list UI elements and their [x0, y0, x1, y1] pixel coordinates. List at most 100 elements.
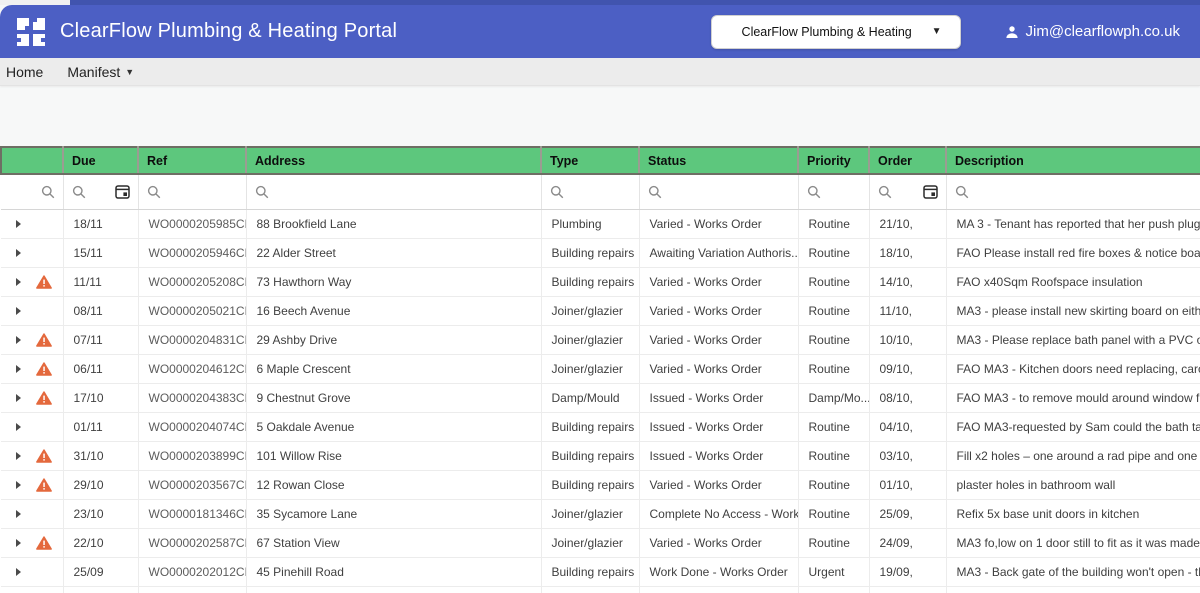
due-cell: 29/10: [63, 470, 139, 500]
search-icon[interactable]: [550, 185, 564, 199]
search-icon[interactable]: [41, 185, 55, 199]
column-header-status[interactable]: Status: [639, 146, 799, 175]
order-cell: 25/09,: [869, 499, 947, 529]
expand-row-icon[interactable]: [16, 248, 21, 257]
table-row[interactable]: 08/11 WO0000205021CH 16 Beech Avenue Joiner…: [1, 296, 1200, 326]
filter-status[interactable]: [639, 174, 799, 210]
table-row[interactable]: 15/11 WO0000205946CH 22 Alder Street Buildi…: [1, 238, 1200, 268]
warning-slot-empty: [36, 216, 52, 231]
status-cell: Varied - Works Order: [639, 209, 799, 239]
empty-cell: [1, 586, 64, 593]
expand-cell[interactable]: [1, 267, 64, 297]
search-icon[interactable]: [878, 185, 892, 199]
table-row[interactable]: 07/11 WO0000204831CH 29 Ashby Drive Joiner/…: [1, 325, 1200, 355]
calendar-icon[interactable]: [114, 184, 130, 199]
expand-cell[interactable]: [1, 412, 64, 442]
expand-cell[interactable]: [1, 325, 64, 355]
type-cell: Joiner/glazier: [541, 325, 640, 355]
column-header-address[interactable]: Address: [246, 146, 542, 175]
column-header-due[interactable]: Due: [63, 146, 139, 175]
app-window: ClearFlow Plumbing & Heating Portal Clea…: [0, 0, 1200, 593]
filter-expand[interactable]: [1, 174, 64, 210]
expand-row-icon[interactable]: [16, 364, 21, 373]
filter-type[interactable]: [541, 174, 640, 210]
search-icon[interactable]: [72, 185, 86, 199]
works-orders-table-container: Due Ref Address Type Status Priority Order Desc…: [0, 146, 1200, 593]
order-cell: 08/10,: [869, 383, 947, 413]
ref-cell: WO0000204074CH: [138, 412, 247, 442]
status-cell: Work Done - Works Order: [639, 557, 799, 587]
priority-cell: Routine: [798, 238, 870, 268]
address-cell: 16 Beech Avenue: [246, 296, 542, 326]
expand-cell[interactable]: [1, 441, 64, 471]
table-row[interactable]: 29/10 WO0000203567CH 12 Rowan Close Buildin…: [1, 470, 1200, 500]
table-row[interactable]: 23/10 WO0000181346CH 35 Sycamore Lane Joine…: [1, 499, 1200, 529]
table-row[interactable]: 17/10 WO0000204383CH 9 Chestnut Grove Damp/…: [1, 383, 1200, 413]
expand-row-icon[interactable]: [16, 480, 21, 489]
column-header-order[interactable]: Order: [869, 146, 947, 175]
expand-cell[interactable]: [1, 499, 64, 529]
column-header-description[interactable]: Description: [946, 146, 1200, 175]
expand-row-icon[interactable]: [16, 277, 21, 286]
expand-row-icon[interactable]: [16, 393, 21, 402]
ref-cell: WO0000203899CH: [138, 441, 247, 471]
ref-cell: WO0000181346CH: [138, 499, 247, 529]
organisation-dropdown[interactable]: ClearFlow Plumbing & Heating ▼: [710, 14, 961, 49]
empty-cell: [946, 586, 1200, 593]
filter-due[interactable]: [63, 174, 139, 210]
priority-cell: Damp/Mo...: [798, 383, 870, 413]
filter-ref[interactable]: [138, 174, 247, 210]
table-row[interactable]: 25/09 WO0000202012CH 45 Pinehill Road Build…: [1, 557, 1200, 587]
type-cell: Joiner/glazier: [541, 528, 640, 558]
search-icon[interactable]: [807, 185, 821, 199]
expand-row-icon[interactable]: [16, 335, 21, 344]
filter-priority[interactable]: [798, 174, 870, 210]
filter-description[interactable]: [946, 174, 1200, 210]
description-cell: Fill x2 holes – one around a rad pipe an…: [946, 441, 1200, 471]
warning-slot-empty: [36, 245, 52, 260]
expand-cell[interactable]: [1, 470, 64, 500]
table-row[interactable]: 18/11 WO0000205985CH 88 Brookfield Lane Plu…: [1, 209, 1200, 239]
warning-icon: [36, 332, 52, 347]
type-cell: Building repairs: [541, 412, 640, 442]
expand-row-icon[interactable]: [16, 509, 21, 518]
expand-cell[interactable]: [1, 557, 64, 587]
nav-item-home[interactable]: Home: [6, 64, 43, 80]
expand-row-icon[interactable]: [16, 306, 21, 315]
column-header-expand[interactable]: [0, 146, 64, 175]
ref-cell: WO0000205021CH: [138, 296, 247, 326]
expand-cell[interactable]: [1, 354, 64, 384]
table-row[interactable]: 01/11 WO0000204074CH 5 Oakdale Avenue Build…: [1, 412, 1200, 442]
expand-cell[interactable]: [1, 296, 64, 326]
column-header-ref[interactable]: Ref: [138, 146, 247, 175]
expand-row-icon[interactable]: [16, 219, 21, 228]
page-title: ClearFlow Plumbing & Heating Portal: [60, 20, 398, 42]
nav-item-manifest[interactable]: Manifest ▼: [67, 64, 134, 80]
table-row[interactable]: 22/10 WO0000202587CH 67 Station View Joiner…: [1, 528, 1200, 558]
search-icon[interactable]: [648, 185, 662, 199]
status-cell: Complete No Access - Work...: [639, 499, 799, 529]
expand-cell[interactable]: [1, 209, 64, 239]
search-icon[interactable]: [255, 185, 269, 199]
expand-row-icon[interactable]: [16, 451, 21, 460]
user-menu[interactable]: Jim@clearflowph.co.uk: [1005, 23, 1180, 40]
column-header-priority[interactable]: Priority: [798, 146, 870, 175]
table-row[interactable]: 11/11 WO0000205208CH 73 Hawthorn Way Buildi…: [1, 267, 1200, 297]
expand-cell[interactable]: [1, 528, 64, 558]
search-icon[interactable]: [147, 185, 161, 199]
description-cell: FAO MA3 - Kitchen doors need replacing, …: [946, 354, 1200, 384]
column-header-type[interactable]: Type: [541, 146, 640, 175]
expand-cell[interactable]: [1, 383, 64, 413]
expand-row-icon[interactable]: [16, 567, 21, 576]
expand-row-icon[interactable]: [16, 422, 21, 431]
table-row[interactable]: 06/11 WO0000204612CH 6 Maple Crescent Joine…: [1, 354, 1200, 384]
expand-row-icon[interactable]: [16, 538, 21, 547]
filter-order[interactable]: [869, 174, 947, 210]
expand-cell[interactable]: [1, 238, 64, 268]
due-cell: 22/10: [63, 528, 139, 558]
filter-address[interactable]: [246, 174, 542, 210]
empty-cell: [63, 586, 139, 593]
calendar-icon[interactable]: [922, 184, 938, 199]
search-icon[interactable]: [955, 185, 969, 199]
table-row[interactable]: 31/10 WO0000203899CH 101 Willow Rise Buildi…: [1, 441, 1200, 471]
